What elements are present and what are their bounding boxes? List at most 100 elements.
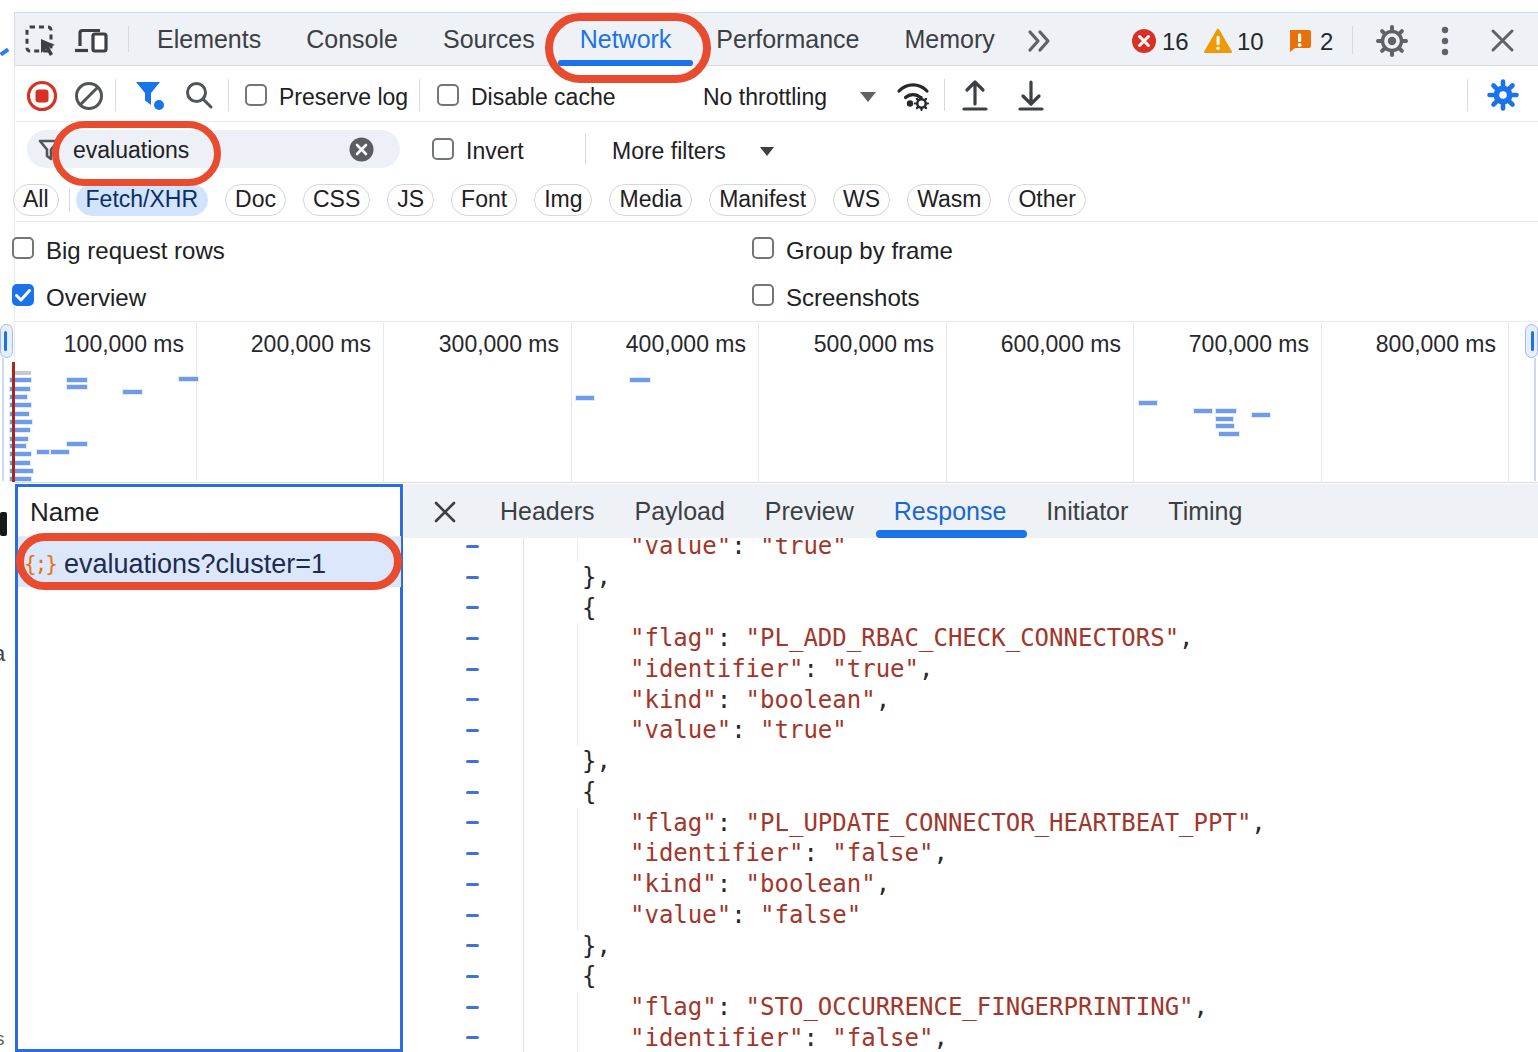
timeline-label: 400,000 ms <box>586 331 746 358</box>
detail-tab[interactable]: Timing <box>1168 484 1242 538</box>
issues-badge-icon[interactable] <box>1287 28 1312 53</box>
clear-network-log-icon[interactable] <box>74 81 104 111</box>
toolbar-divider <box>585 134 586 164</box>
response-line: { <box>582 961 596 992</box>
gutter-line-marker <box>466 883 479 886</box>
network-conditions-icon[interactable] <box>895 78 931 112</box>
import-har-icon[interactable] <box>960 78 990 112</box>
main-tab[interactable]: Performance <box>716 12 859 66</box>
gutter-line-marker <box>466 576 479 579</box>
toolbar-divider <box>419 79 420 111</box>
page-fragment <box>0 512 7 536</box>
issues-count[interactable]: 2 <box>1320 28 1333 56</box>
timeline-label: 300,000 ms <box>399 331 559 358</box>
invert-label: Invert <box>466 138 524 165</box>
inspect-element-icon[interactable] <box>24 24 60 60</box>
detail-tab[interactable]: Headers <box>500 484 595 538</box>
network-options-bar <box>14 223 1538 322</box>
load-event-line <box>12 362 15 482</box>
more-filters-button[interactable]: More filters <box>612 138 726 165</box>
timeline-request-bar <box>51 450 69 454</box>
response-line: "kind": "boolean", <box>630 685 890 716</box>
toolbar-divider <box>128 26 129 52</box>
gutter-line-marker <box>466 729 479 732</box>
timeline-request-bar <box>67 442 87 446</box>
timeline-request-bar <box>67 385 87 389</box>
resource-chip[interactable]: JS <box>387 184 434 216</box>
timeline-request-bar <box>123 390 142 394</box>
more-options-icon[interactable] <box>1440 26 1450 56</box>
gutter-line-marker <box>466 606 479 609</box>
resource-chip[interactable]: Manifest <box>709 184 816 216</box>
gutter-line-marker <box>466 975 479 978</box>
response-line: "value": "true" <box>630 715 847 746</box>
timeline-gridline <box>1133 323 1134 483</box>
clear-filter-icon[interactable] <box>349 137 374 162</box>
settings-gear-icon[interactable] <box>1376 25 1408 57</box>
device-toolbar-icon[interactable] <box>74 26 112 58</box>
resource-chip[interactable]: Font <box>451 184 517 216</box>
timeline-label: 600,000 ms <box>961 331 1121 358</box>
response-line: "value": "false" <box>630 900 861 931</box>
throttling-select[interactable]: No throttling <box>703 84 827 111</box>
timeline-request-bar <box>1139 401 1157 405</box>
big-request-rows-checkbox[interactable] <box>12 237 34 259</box>
error-count[interactable]: 16 <box>1162 28 1189 56</box>
detail-tab[interactable]: Initiator <box>1046 484 1128 538</box>
resource-chip[interactable]: Wasm <box>907 184 991 216</box>
overview-checkbox[interactable] <box>12 284 34 306</box>
gutter-line-marker <box>466 637 479 640</box>
timeline-request-bar <box>1216 424 1234 428</box>
preserve-log-checkbox[interactable] <box>245 84 267 106</box>
throttling-caret-icon[interactable] <box>858 90 878 108</box>
overview-left-handle-bar <box>4 331 7 351</box>
group-by-frame-checkbox[interactable] <box>752 237 774 259</box>
resource-chip[interactable]: Media <box>609 184 692 216</box>
resource-chip[interactable]: CSS <box>303 184 370 216</box>
timeline-gridline <box>1508 323 1509 483</box>
resource-chip[interactable]: Doc <box>225 184 286 216</box>
resource-chip[interactable]: Img <box>534 184 592 216</box>
screenshots-checkbox[interactable] <box>752 284 774 306</box>
network-settings-gear-icon[interactable] <box>1487 79 1519 111</box>
indent-guide <box>577 538 578 562</box>
request-list-header[interactable]: Name <box>30 497 99 528</box>
main-tab[interactable]: Memory <box>904 12 994 66</box>
more-filters-caret-icon[interactable] <box>758 144 776 162</box>
gutter-line-marker <box>466 545 479 548</box>
invert-checkbox[interactable] <box>432 138 454 160</box>
timeline-gridline <box>571 323 572 483</box>
resource-chip[interactable]: Fetch/XHR <box>76 184 208 216</box>
response-line: "kind": "boolean", <box>630 869 890 900</box>
gutter-line-marker <box>466 760 479 763</box>
response-line: { <box>582 593 596 624</box>
detail-tab[interactable]: Response <box>894 484 1007 538</box>
warning-count[interactable]: 10 <box>1237 28 1264 56</box>
detail-tab[interactable]: Preview <box>765 484 854 538</box>
close-detail-icon[interactable] <box>433 500 457 524</box>
main-tab[interactable]: Sources <box>443 12 535 66</box>
error-badge-icon[interactable] <box>1131 28 1157 54</box>
main-tab[interactable]: Elements <box>157 12 261 66</box>
more-tabs-icon[interactable] <box>1026 29 1054 53</box>
timeline-request-bar <box>1219 432 1239 436</box>
main-tab[interactable]: Console <box>306 12 398 66</box>
resource-chip[interactable]: Other <box>1008 184 1086 216</box>
timeline-gray-bar <box>15 371 31 375</box>
detail-tab[interactable]: Payload <box>635 484 725 538</box>
export-har-icon[interactable] <box>1016 78 1046 112</box>
resource-chip[interactable]: WS <box>833 184 890 216</box>
close-devtools-icon[interactable] <box>1490 28 1515 53</box>
toolbar-divider <box>115 79 116 111</box>
gutter-line-marker <box>466 668 479 671</box>
disable-cache-checkbox[interactable] <box>437 84 459 106</box>
record-network-log-icon[interactable] <box>26 80 58 112</box>
overview-label: Overview <box>46 284 146 312</box>
resource-chips: All Fetch/XHR Doc CSS JS Font Img Media Manifest… <box>13 184 1086 216</box>
warning-badge-icon[interactable] <box>1204 28 1232 54</box>
timeline-request-bar <box>1216 417 1233 421</box>
filter-icon[interactable] <box>133 79 167 113</box>
search-icon[interactable] <box>184 80 214 110</box>
resource-chip[interactable]: All <box>13 184 59 216</box>
timeline-request-bar <box>67 378 87 382</box>
